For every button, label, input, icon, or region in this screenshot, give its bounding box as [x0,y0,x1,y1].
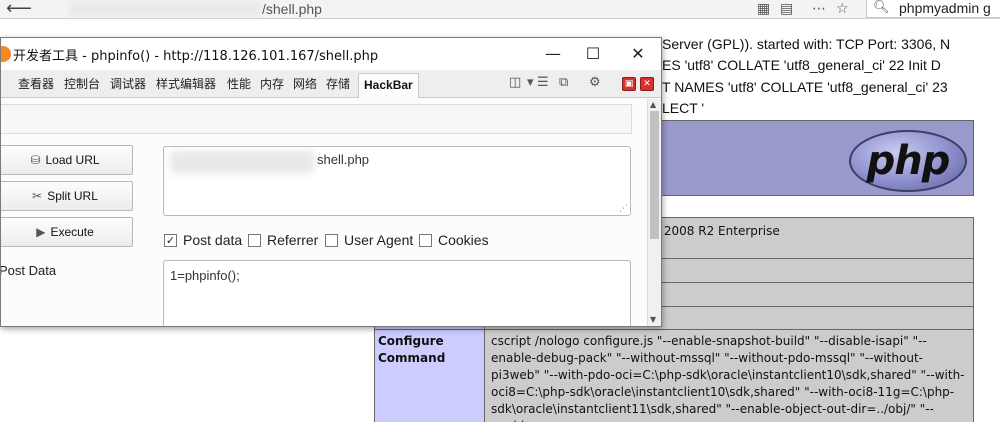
browser-toolbar: ⟵ /shell.php ▦ ▤ ⋯ ☆ 🔍︎ phpmyadmin g [0,0,1000,19]
chevron-down-icon[interactable]: ▾ [527,75,534,90]
load-url-button[interactable]: ⛁ Load URL [1,145,133,175]
post-data-checkbox[interactable]: ✓ [164,234,177,247]
post-data-checkbox-label[interactable]: Post data [183,232,242,248]
execute-button[interactable]: ▶ Execute [1,217,133,247]
close-icon[interactable]: ✕ [618,41,658,67]
tab-storage[interactable]: 存储 [326,75,350,92]
qr-code-icon[interactable]: ▦ [757,1,770,17]
post-data-label: Post Data [0,263,57,278]
resize-grip-icon[interactable]: ⋰ [619,204,628,214]
page-text-line: LECT ' [662,100,705,116]
referrer-checkbox-label[interactable]: Referrer [267,232,318,248]
info-key-configure: Configure Command [375,330,485,422]
page-text-line: T NAMES 'utf8' COLLATE 'utf8_general_ci'… [662,79,948,95]
scroll-up-icon[interactable]: ▲ [650,100,656,109]
dock-layout-icon[interactable]: ◫ [509,75,521,90]
undock-icon[interactable]: ▣ [622,77,636,91]
hackbar-menu-bar [1,104,632,134]
tab-style-editor[interactable]: 样式编辑器 [156,75,216,92]
blurred-host [170,151,314,173]
scissors-icon: ✂ [32,189,43,203]
devtools-titlebar[interactable]: 开发者工具 - phpinfo() - http://118.126.101.1… [1,38,661,70]
tab-memory[interactable]: 内存 [260,75,284,92]
tab-debugger[interactable]: 调试器 [110,75,146,92]
scroll-down-icon[interactable]: ▼ [650,315,656,324]
blurred-url [70,2,260,16]
search-box[interactable]: 🔍︎ phpmyadmin g [866,0,1000,18]
responsive-design-icon[interactable]: ⧉ [559,75,568,90]
search-icon: 🔍︎ [873,0,890,15]
devtools-window: 开发者工具 - phpinfo() - http://118.126.101.1… [0,37,662,327]
info-row-configure: Configure Command cscript /nologo config… [374,329,974,422]
user-agent-checkbox-label[interactable]: User Agent [344,232,413,248]
page-text-line: Server (GPL)). started with: TCP Port: 3… [662,36,951,52]
bookmark-star-icon[interactable]: ☆ [836,1,849,17]
php-logo: php [849,130,967,192]
search-input[interactable]: phpmyadmin g [899,0,991,16]
user-agent-checkbox[interactable] [325,234,338,247]
post-data-value: 1=phpinfo(); [170,268,240,283]
screen: ⟵ /shell.php ▦ ▤ ⋯ ☆ 🔍︎ phpmyadmin g Ser… [0,0,1000,422]
cookies-checkbox[interactable] [419,234,432,247]
window-title: 开发者工具 - phpinfo() - http://118.126.101.1… [13,49,379,64]
menu-dots-icon[interactable]: ⋯ [812,1,826,17]
scrollbar-thumb[interactable] [650,111,659,239]
address-bar-url[interactable]: /shell.php [262,1,322,17]
url-textarea[interactable]: shell.php ⋰ [163,146,631,216]
close-devtools-icon[interactable]: ✕ [640,77,654,91]
split-url-button[interactable]: ✂ Split URL [1,181,133,211]
back-icon[interactable]: ⟵ [6,0,32,19]
split-console-icon[interactable]: ☰ [537,75,549,90]
tab-performance[interactable]: 性能 [227,75,251,92]
tab-network[interactable]: 网络 [293,75,317,92]
play-icon: ▶ [36,225,46,239]
minimize-icon[interactable]: — [533,41,573,67]
tab-inspector[interactable]: 查看器 [18,75,54,92]
referrer-checkbox[interactable] [248,234,261,247]
load-url-icon: ⛁ [30,153,41,167]
vertical-scrollbar[interactable]: ▲ ▼ [647,99,661,326]
devtools-toolbar: 查看器 控制台 调试器 样式编辑器 性能 内存 网络 存储 HackBar ◫ … [1,70,661,98]
info-value-configure: cscript /nologo configure.js "--enable-s… [491,334,965,422]
url-textarea-value: shell.php [317,152,370,167]
maximize-icon[interactable]: ☐ [573,41,613,67]
gear-icon[interactable]: ⚙ [589,75,601,90]
tab-console[interactable]: 控制台 [64,75,100,92]
page-text-line: ES 'utf8' COLLATE 'utf8_general_ci' 22 I… [662,57,941,73]
firefox-icon [1,46,11,62]
tab-hackbar[interactable]: HackBar [358,73,419,98]
post-data-textarea[interactable]: 1=phpinfo(); [163,260,631,326]
reader-view-icon[interactable]: ▤ [780,1,793,17]
cookies-checkbox-label[interactable]: Cookies [438,232,489,248]
